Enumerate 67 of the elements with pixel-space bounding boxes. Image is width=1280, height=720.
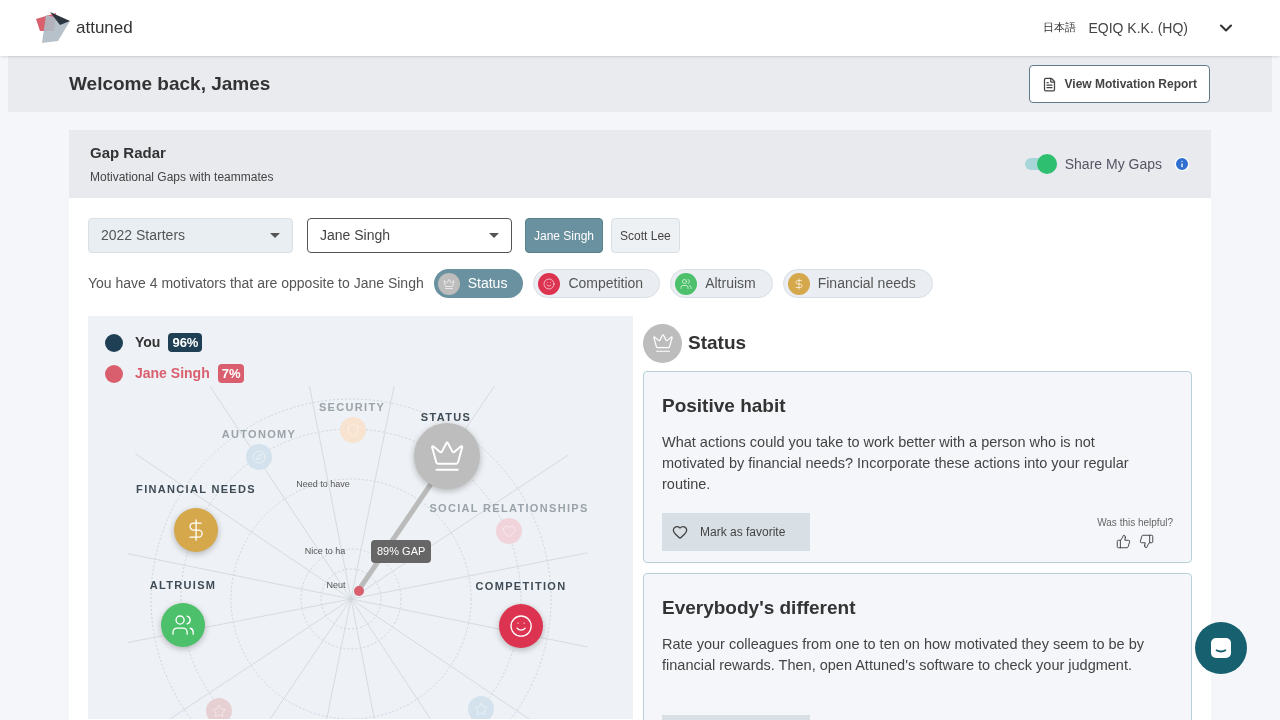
motivator-node[interactable]	[206, 698, 232, 719]
card-title: Gap Radar	[90, 142, 167, 163]
node-label: ALTRUISM	[149, 578, 217, 593]
star-icon	[211, 703, 227, 719]
heart-icon	[672, 523, 688, 540]
caret-icon	[489, 233, 499, 238]
face-icon	[543, 277, 556, 290]
welcome-title: Welcome back, James	[69, 71, 271, 96]
node-label: COMPETITION	[475, 579, 567, 594]
dropdown[interactable]: 2022 Starters	[88, 218, 293, 253]
tip-title: Everybody's different	[662, 596, 857, 620]
report-button[interactable]: View Motivation Report	[1028, 65, 1210, 103]
motivator-node[interactable]	[340, 417, 366, 443]
language-link[interactable]: 日本語	[1043, 19, 1077, 37]
node-label: SECURITY	[318, 400, 386, 415]
helpful-label: Was this helpful?	[1097, 515, 1173, 530]
node-label: AUTONOMY	[221, 427, 297, 442]
card-subtitle: Motivational Gaps with teammates	[90, 169, 274, 187]
motivator-node[interactable]	[496, 518, 522, 544]
thumbs-up-icon[interactable]	[1116, 533, 1132, 549]
crown-icon	[651, 332, 674, 354]
motivator-node[interactable]	[499, 604, 543, 648]
toggle-label: Share My Gaps	[1064, 154, 1162, 174]
summary-text: You have 4 motivators that are opposite to Jane Singh	[88, 274, 424, 293]
crown-icon	[442, 277, 455, 290]
chat-icon	[1209, 636, 1233, 660]
motivator-node[interactable]	[414, 423, 480, 489]
compass-icon	[251, 449, 267, 465]
people-icon	[680, 277, 693, 290]
info-icon[interactable]	[1174, 156, 1190, 172]
node-label: STATUS	[420, 410, 472, 425]
favorite-button[interactable]: Mark as favorite	[662, 512, 810, 551]
detail-title: Status	[688, 330, 747, 355]
brand-name: attuned	[76, 17, 133, 40]
legend-value: 96%	[168, 332, 203, 353]
document-icon	[1041, 76, 1057, 92]
ring-label: Neut	[326, 579, 346, 592]
heart-icon	[501, 523, 517, 539]
tip-body: What actions could you take to work better with a person who is not motivated by financial needs? Incorporate these actions into your regular routine.	[662, 432, 1130, 494]
motivator-chip[interactable]: Competition	[533, 269, 661, 298]
thumbs-down-icon[interactable]	[1139, 533, 1155, 549]
dropdown[interactable]: Jane Singh	[307, 218, 512, 253]
tip-title: Positive habit	[662, 394, 787, 418]
node-label: FINANCIAL NEEDS	[136, 482, 256, 497]
caret-icon	[270, 233, 280, 238]
person-button[interactable]: Scott Lee	[611, 218, 680, 253]
dollar-icon	[792, 277, 805, 290]
gap-tooltip: 89% GAP	[371, 540, 432, 563]
motivator-chip[interactable]: Financial needs	[782, 269, 933, 298]
legend-name: You	[135, 333, 161, 352]
motivator-node[interactable]	[468, 696, 494, 719]
partner-point	[354, 586, 364, 596]
motivator-node[interactable]	[246, 444, 272, 470]
tip-body: Rate your colleagues from one to ten on how motivated they seem to be by financial rewards. Then, open Attuned's software to check your judgment.	[662, 634, 1145, 675]
company-name: EQIQ K.K. (HQ)	[1088, 18, 1188, 38]
motivator-chip[interactable]: Altruism	[670, 269, 773, 298]
legend-value: 7%	[217, 363, 245, 384]
face-icon	[508, 613, 534, 639]
legend-name: Jane Singh	[135, 364, 210, 383]
people-icon	[170, 612, 196, 638]
shield-icon	[345, 422, 361, 438]
ring-label: Need to have	[296, 478, 350, 491]
motivator-node[interactable]	[161, 603, 205, 647]
motivator-node[interactable]	[174, 508, 218, 552]
star-icon	[473, 701, 489, 717]
ring-label: Nice to ha	[304, 545, 346, 558]
node-label: SOCIAL RELATIONSHIPS	[429, 501, 589, 516]
